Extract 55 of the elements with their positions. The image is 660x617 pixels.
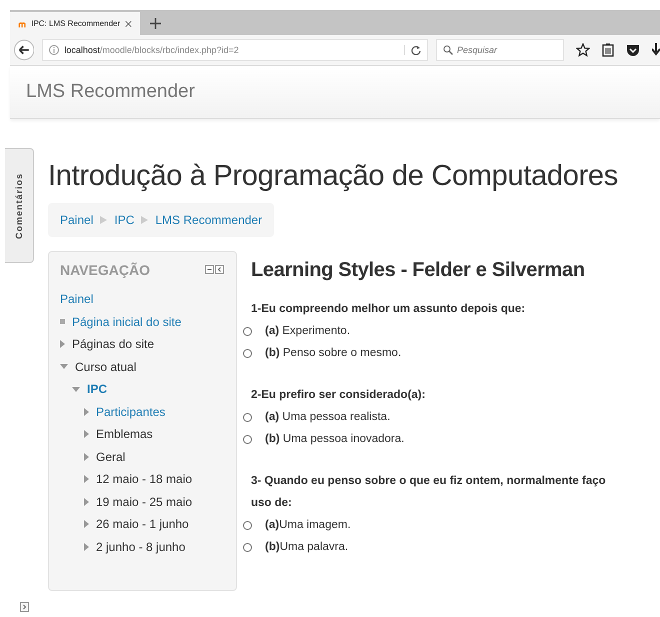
option-label: (b) Uma pessoa inovadora.: [265, 433, 404, 445]
question-text: 3- Quando eu penso sobre o que eu fiz ontem, normalmente faço uso de:: [251, 474, 607, 511]
nav-item[interactable]: Curso atual: [75, 360, 136, 374]
site-name[interactable]: LMS Recommender: [26, 81, 195, 103]
block-title: NAVEGAÇÃO: [60, 262, 150, 278]
nav-item[interactable]: Páginas do site: [72, 337, 154, 352]
nav-link[interactable]: Painel: [60, 292, 94, 306]
reload-icon[interactable]: [404, 45, 421, 55]
option-label: (b)Uma palavra.: [265, 541, 348, 553]
option-label: (a) Uma pessoa realista.: [265, 411, 390, 423]
close-icon[interactable]: [125, 18, 132, 28]
radio-button[interactable]: [243, 326, 252, 336]
nav-item[interactable]: Geral: [96, 450, 126, 464]
option-label: (a) Experimento.: [265, 325, 350, 337]
bullet-icon: [60, 319, 65, 324]
nav-item[interactable]: 19 maio - 25 maio: [96, 494, 192, 509]
new-tab-icon[interactable]: [150, 18, 161, 29]
star-icon[interactable]: [576, 43, 590, 57]
question-text: 1-Eu compreendo melhor um assunto depois que:: [251, 302, 526, 317]
radio-button[interactable]: [243, 412, 252, 422]
nav-item[interactable]: 26 maio - 1 junho: [96, 517, 189, 532]
tab-title: IPC: LMS Recommender: [31, 19, 120, 28]
nav-link[interactable]: Participantes: [96, 404, 166, 419]
nav-item[interactable]: Emblemas: [96, 427, 153, 442]
browser-tab[interactable]: IPC: LMS Recommender: [10, 12, 140, 35]
radio-button[interactable]: [243, 348, 252, 358]
radio-button[interactable]: [243, 520, 252, 530]
address-bar[interactable]: localhost/moodle/blocks/rbc/index.php?id=2: [42, 39, 428, 61]
dock-icon[interactable]: [20, 602, 28, 612]
radio-button[interactable]: [243, 542, 252, 552]
block-controls-icon[interactable]: [205, 265, 225, 275]
pocket-icon[interactable]: [626, 44, 640, 56]
breadcrumb-link[interactable]: Painel: [60, 213, 94, 227]
search-icon: [443, 45, 453, 55]
nav-item[interactable]: 12 maio - 18 maio: [96, 472, 192, 486]
clipboard-icon[interactable]: [602, 43, 614, 57]
option-label: (a)Uma imagem.: [265, 519, 351, 531]
search-field[interactable]: Pesquisar: [436, 39, 564, 61]
url-text: localhost/moodle/blocks/rbc/index.php?id=2: [64, 45, 240, 55]
separator-icon: [100, 216, 108, 224]
quiz-title: Learning Styles - Felder e Silverman: [251, 259, 586, 282]
download-icon[interactable]: [652, 43, 660, 57]
nav-link[interactable]: Página inicial do site: [72, 314, 182, 329]
comments-tab[interactable]: Comentários: [4, 148, 34, 263]
option-label: (b) Penso sobre o mesmo.: [265, 347, 402, 359]
radio-button[interactable]: [243, 434, 252, 444]
separator-icon: [141, 216, 148, 224]
question-text: 2-Eu prefiro ser considerado(a):: [251, 388, 426, 403]
nav-item[interactable]: 2 junho - 8 junho: [96, 540, 186, 554]
info-icon: [49, 45, 60, 55]
nav-link[interactable]: IPC: [87, 382, 108, 396]
breadcrumb-link[interactable]: LMS Recommender: [155, 213, 262, 227]
page-title: Introdução à Programação de Computadores: [48, 160, 619, 193]
breadcrumb-link[interactable]: IPC: [114, 213, 134, 227]
back-icon[interactable]: [14, 39, 34, 61]
